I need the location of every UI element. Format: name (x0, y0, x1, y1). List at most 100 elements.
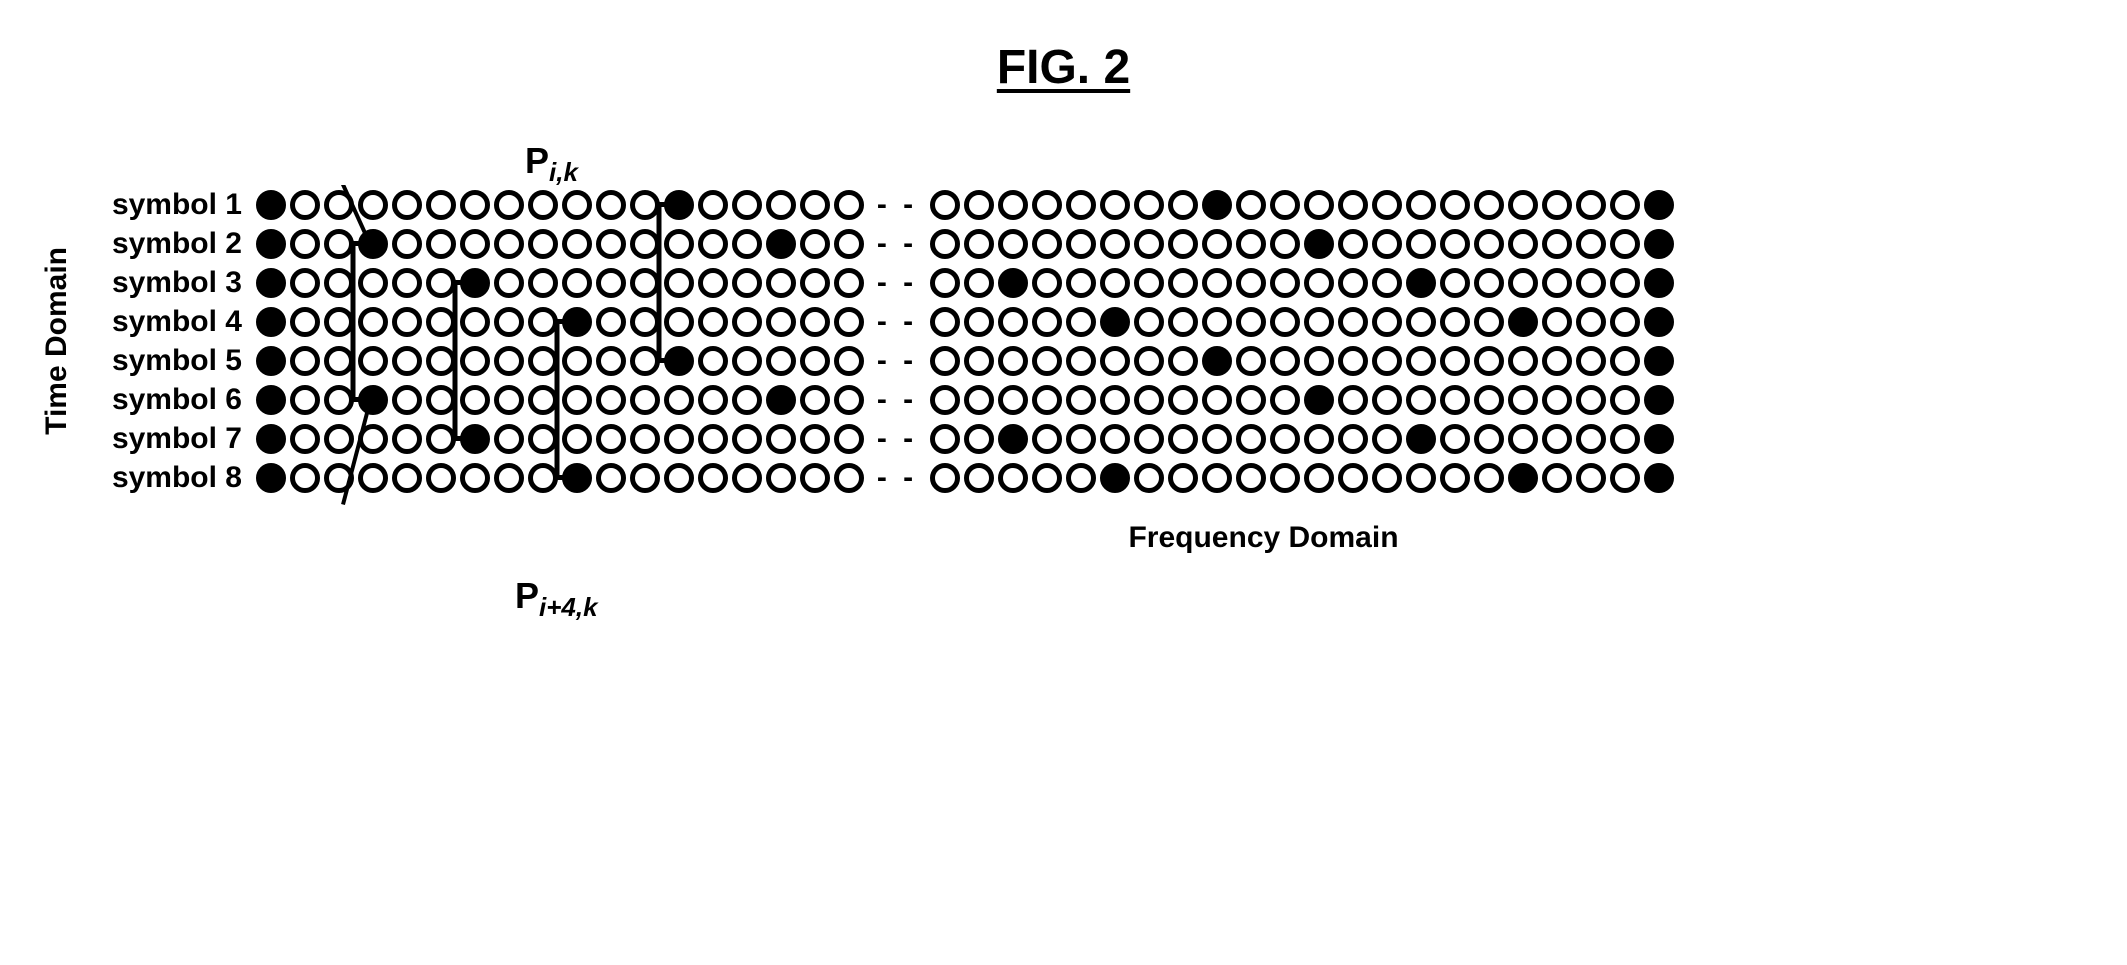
data-circle (1066, 424, 1096, 454)
data-circle (1100, 385, 1130, 415)
data-circle (494, 190, 524, 220)
data-circle (1270, 229, 1300, 259)
frequency-gap-indicator: - - (866, 305, 928, 339)
data-circle (1542, 424, 1572, 454)
data-circle (1474, 190, 1504, 220)
data-circle (562, 385, 592, 415)
data-circle (1474, 385, 1504, 415)
data-circle (358, 190, 388, 220)
data-circle (1338, 346, 1368, 376)
data-circle (964, 229, 994, 259)
data-circle (1032, 229, 1062, 259)
data-circle (1236, 190, 1266, 220)
data-circle (494, 268, 524, 298)
data-circle (1134, 385, 1164, 415)
pilot-circle (1304, 385, 1334, 415)
data-circle (426, 229, 456, 259)
data-circle (1100, 229, 1130, 259)
data-circle (1236, 463, 1266, 493)
symbol-label: symbol 4 (86, 305, 254, 339)
data-circle (1542, 307, 1572, 337)
data-circle (1508, 346, 1538, 376)
data-circle (596, 268, 626, 298)
data-circle (1168, 385, 1198, 415)
data-circle (930, 307, 960, 337)
pilot-circle (766, 229, 796, 259)
pilot-circle (1644, 424, 1674, 454)
data-circle (964, 346, 994, 376)
pilot-circle (1202, 346, 1232, 376)
data-circle (1474, 229, 1504, 259)
data-circle (1066, 307, 1096, 337)
symbol-label: symbol 8 (86, 461, 254, 495)
data-circle (1542, 268, 1572, 298)
data-circle (1338, 385, 1368, 415)
data-circle (800, 346, 830, 376)
data-circle (426, 307, 456, 337)
data-circle (930, 463, 960, 493)
pilot-circle (256, 229, 286, 259)
data-circle (460, 190, 490, 220)
data-circle (732, 463, 762, 493)
data-circle (732, 307, 762, 337)
data-circle (426, 268, 456, 298)
data-circle (1236, 346, 1266, 376)
data-circle (1610, 307, 1640, 337)
data-circle (664, 229, 694, 259)
data-circle (964, 190, 994, 220)
data-circle (358, 307, 388, 337)
data-circle (964, 307, 994, 337)
pilot-circle (1644, 190, 1674, 220)
data-circle (1542, 463, 1572, 493)
data-circle (392, 268, 422, 298)
data-circle (1576, 424, 1606, 454)
symbol-row: symbol 6- - (86, 380, 1676, 419)
data-circle (426, 385, 456, 415)
data-circle (1270, 463, 1300, 493)
data-circle (1032, 424, 1062, 454)
time-domain-axis-label: Time Domain (40, 247, 74, 435)
symbol-cells: - - (254, 422, 1676, 456)
data-circle (1440, 424, 1470, 454)
data-circle (324, 385, 354, 415)
data-circle (596, 229, 626, 259)
data-circle (630, 268, 660, 298)
pilot-circle (1644, 463, 1674, 493)
pilot-circle (1100, 307, 1130, 337)
data-circle (1066, 385, 1096, 415)
data-circle (392, 385, 422, 415)
data-circle (596, 190, 626, 220)
data-circle (766, 307, 796, 337)
data-circle (834, 424, 864, 454)
data-circle (460, 346, 490, 376)
data-circle (1372, 229, 1402, 259)
data-circle (766, 346, 796, 376)
pilot-circle (1304, 229, 1334, 259)
data-circle (1270, 346, 1300, 376)
pilot-circle (358, 229, 388, 259)
symbol-row: symbol 7- - (86, 419, 1676, 458)
data-circle (1304, 346, 1334, 376)
data-circle (494, 307, 524, 337)
data-circle (630, 346, 660, 376)
pilot-circle (664, 346, 694, 376)
data-circle (1032, 190, 1062, 220)
data-circle (1440, 190, 1470, 220)
data-circle (800, 307, 830, 337)
pilot-circle (256, 385, 286, 415)
data-circle (834, 385, 864, 415)
data-circle (460, 307, 490, 337)
data-circle (732, 229, 762, 259)
data-circle (1304, 463, 1334, 493)
data-circle (930, 268, 960, 298)
data-circle (562, 190, 592, 220)
data-circle (596, 307, 626, 337)
data-circle (930, 424, 960, 454)
data-circle (1168, 190, 1198, 220)
data-circle (732, 346, 762, 376)
data-circle (1542, 385, 1572, 415)
data-circle (834, 346, 864, 376)
main-content-row: Time Domain symbol 1- -symbol 2- -symbol… (40, 185, 2087, 497)
data-circle (1508, 190, 1538, 220)
data-circle (800, 385, 830, 415)
